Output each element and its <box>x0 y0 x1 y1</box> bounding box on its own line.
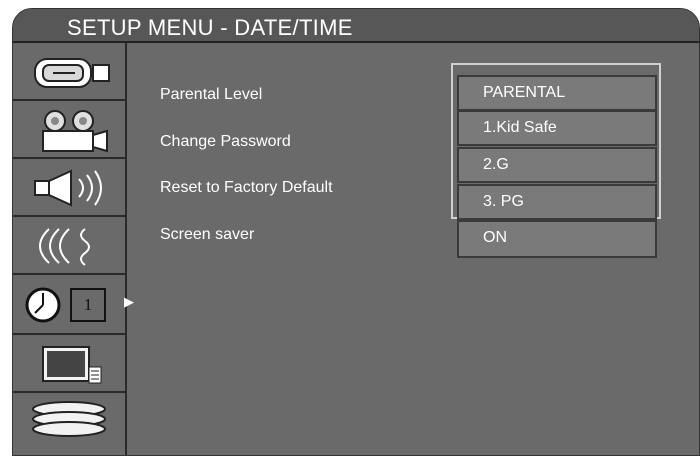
video-camera-icon <box>34 58 110 88</box>
tab-film[interactable] <box>13 101 125 159</box>
dropdown-option-g[interactable]: 2.G <box>457 147 657 183</box>
clock-calendar-icon <box>25 287 106 323</box>
menu-item-reset-factory-default[interactable]: Reset to Factory Default <box>160 179 333 197</box>
menu-item-change-password[interactable]: Change Password <box>160 133 291 151</box>
tab-video[interactable] <box>13 43 125 101</box>
calendar-day: 1 <box>83 295 93 314</box>
film-camera-icon <box>42 110 108 153</box>
dropdown-option-parental[interactable]: PARENTAL <box>457 75 657 111</box>
menu-item-screen-saver[interactable]: Screen saver <box>160 226 254 244</box>
speaker-icon <box>34 169 102 207</box>
dropdown-option-pg[interactable]: 3. PG <box>457 184 657 220</box>
stacked-discs-icon <box>32 401 106 437</box>
screen-saver-value[interactable]: ON <box>457 220 657 258</box>
tab-date-time[interactable]: 1 <box>13 275 125 335</box>
selection-arrow-icon: ▶ <box>124 294 134 309</box>
page-title: SETUP MENU - DATE/TIME <box>67 15 353 40</box>
tab-audio[interactable] <box>13 159 125 217</box>
audio-waves-icon <box>39 228 90 266</box>
tab-discs[interactable] <box>13 393 125 451</box>
tab-sound[interactable] <box>13 217 125 275</box>
menu-item-parental-level[interactable]: Parental Level <box>160 86 262 104</box>
tv-icon <box>42 346 102 384</box>
title-bar: SETUP MENU - DATE/TIME <box>13 9 699 43</box>
tab-display[interactable] <box>13 335 125 393</box>
dropdown-option-kid-safe[interactable]: 1.Kid Safe <box>457 110 657 146</box>
sidebar: 1 <box>13 43 127 455</box>
